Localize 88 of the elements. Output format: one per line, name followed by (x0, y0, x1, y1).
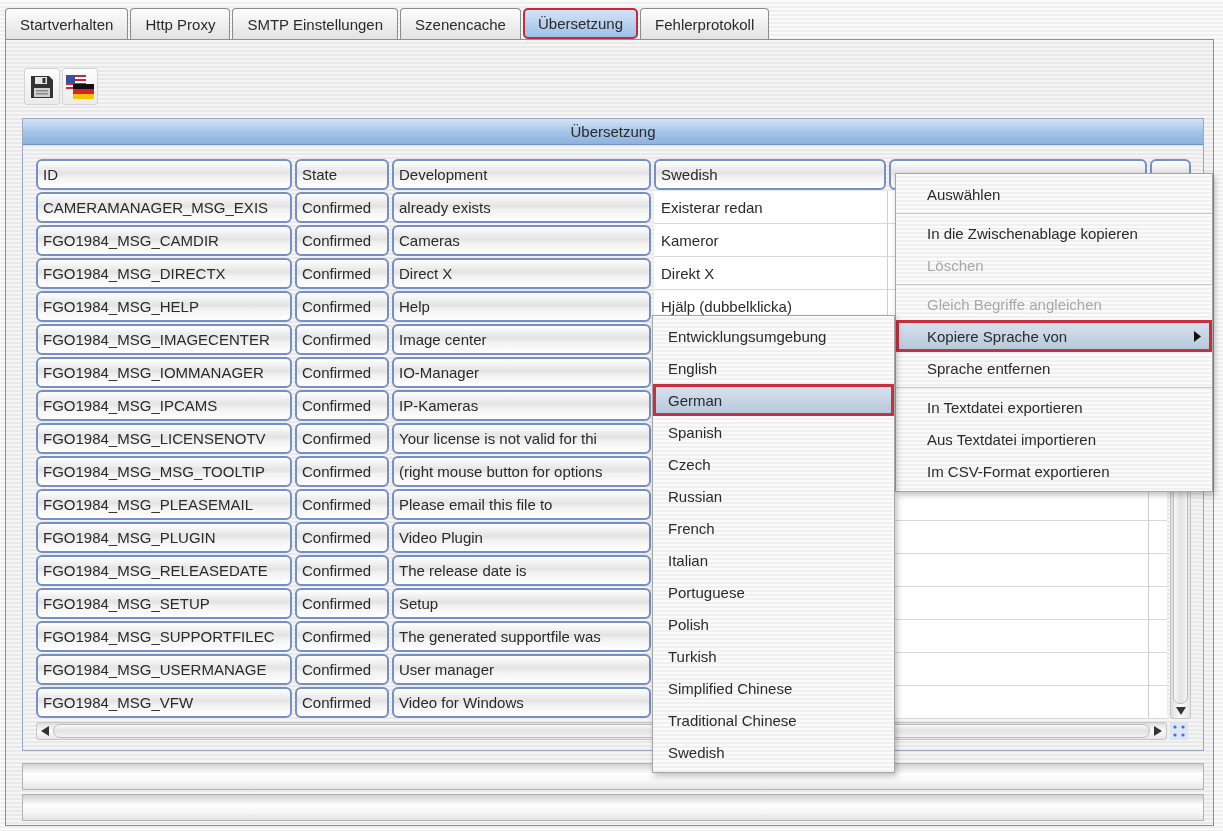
menu-item[interactable]: Czech (653, 448, 894, 480)
menu-item[interactable]: Simplified Chinese (653, 672, 894, 704)
table-cell: Confirmed (295, 225, 389, 256)
tab[interactable]: SMTP Einstellungen (232, 8, 399, 39)
table-cell: Video for Windows (392, 687, 651, 718)
table-cell: The generated supportfile was (392, 621, 651, 652)
tab[interactable]: Szenencache (400, 8, 521, 39)
table-cell: FGO1984_MSG_PLUGIN (36, 522, 292, 553)
menu-item[interactable]: German (653, 384, 894, 416)
column-header: ID (36, 159, 292, 190)
language-button[interactable] (62, 68, 98, 105)
table-cell: Your license is not valid for thi (392, 423, 651, 454)
menu-item[interactable]: Kopiere Sprache von (896, 320, 1212, 352)
panel-title: Übersetzung (570, 123, 656, 140)
menu-item[interactable]: Entwicklungsumgebung (653, 320, 894, 352)
table-cell: FGO1984_MSG_SETUP (36, 588, 292, 619)
column-header: Swedish (654, 159, 886, 190)
menu-item[interactable]: French (653, 512, 894, 544)
table-cell: Confirmed (295, 324, 389, 355)
table-cell: CAMERAMANAGER_MSG_EXIS (36, 192, 292, 223)
flags-icon (66, 74, 94, 99)
menu-item[interactable]: Russian (653, 480, 894, 512)
table-cell: User manager (392, 654, 651, 685)
menu-item[interactable]: Italian (653, 544, 894, 576)
table-cell: FGO1984_MSG_PLEASEMAIL (36, 489, 292, 520)
table-cell: (right mouse button for options (392, 456, 651, 487)
scroll-right-icon[interactable] (1154, 726, 1162, 736)
table-cell: Confirmed (295, 522, 389, 553)
table-cell: FGO1984_MSG_MSG_TOOLTIP (36, 456, 292, 487)
table-cell: Confirmed (295, 456, 389, 487)
table-cell: Confirmed (295, 357, 389, 388)
table-cell: FGO1984_MSG_LICENSENOTV (36, 423, 292, 454)
submenu-arrow-icon (1194, 330, 1201, 342)
menu-item[interactable]: In die Zwischenablage kopieren (896, 217, 1212, 249)
column-header: Development (392, 159, 651, 190)
table-cell: FGO1984_MSG_IPCAMS (36, 390, 292, 421)
tab[interactable]: Fehlerprotokoll (640, 8, 770, 39)
table-cell: Confirmed (295, 654, 389, 685)
menu-item[interactable]: Sprache entfernen (896, 352, 1212, 384)
table-cell: Confirmed (295, 258, 389, 289)
menu-item[interactable]: Aus Textdatei importieren (896, 423, 1212, 455)
table-cell: IO-Manager (392, 357, 651, 388)
table-cell: IP-Kameras (392, 390, 651, 421)
table-cell: Confirmed (295, 192, 389, 223)
table-cell: FGO1984_MSG_DIRECTX (36, 258, 292, 289)
table-cell: Confirmed (295, 621, 389, 652)
table-cell: FGO1984_MSG_VFW (36, 687, 292, 718)
menu-item[interactable]: Traditional Chinese (653, 704, 894, 736)
menu-item[interactable]: Portuguese (653, 576, 894, 608)
table-cell: Confirmed (295, 687, 389, 718)
table-cell: Confirmed (295, 588, 389, 619)
table-cell: FGO1984_MSG_SUPPORTFILEC (36, 621, 292, 652)
scroll-left-icon[interactable] (41, 726, 49, 736)
table-cell: Confirmed (295, 423, 389, 454)
table-cell: Setup (392, 588, 651, 619)
menu-item[interactable]: Polish (653, 608, 894, 640)
table-cell: Confirmed (295, 489, 389, 520)
resize-grip-icon[interactable] (1170, 722, 1188, 740)
table-cell: Confirmed (295, 555, 389, 586)
table-cell: Confirmed (295, 390, 389, 421)
table-cell: FGO1984_MSG_IOMMANAGER (36, 357, 292, 388)
scroll-down-icon[interactable] (1175, 707, 1186, 715)
table-cell: Help (392, 291, 651, 322)
tab[interactable]: Übersetzung (522, 8, 639, 39)
save-button[interactable] (24, 68, 60, 105)
table-cell: Direct X (392, 258, 651, 289)
table-cell: FGO1984_MSG_RELEASEDATE (36, 555, 292, 586)
table-cell: FGO1984_MSG_CAMDIR (36, 225, 292, 256)
table-cell: Image center (392, 324, 651, 355)
tab[interactable]: Startverhalten (5, 8, 129, 39)
table-cell: already exists (392, 192, 651, 223)
table-cell: Video Plugin (392, 522, 651, 553)
menu-item[interactable]: In Textdatei exportieren (896, 391, 1212, 423)
menu-item[interactable]: Turkish (653, 640, 894, 672)
table-cell: Cameras (392, 225, 651, 256)
menu-item[interactable]: Auswählen (896, 178, 1212, 210)
tab[interactable]: Http Proxy (130, 8, 231, 39)
menu-item[interactable]: Spanish (653, 416, 894, 448)
column-header: State (295, 159, 389, 190)
table-cell: The release date is (392, 555, 651, 586)
table-cell: FGO1984_MSG_HELP (36, 291, 292, 322)
table-cell: Please email this file to (392, 489, 651, 520)
menu-item[interactable]: English (653, 352, 894, 384)
menu-item[interactable]: Im CSV-Format exportieren (896, 455, 1212, 487)
table-cell: FGO1984_MSG_IMAGECENTER (36, 324, 292, 355)
table-cell: Confirmed (295, 291, 389, 322)
table-cell: FGO1984_MSG_USERMANAGE (36, 654, 292, 685)
menu-item[interactable]: Swedish (653, 736, 894, 768)
